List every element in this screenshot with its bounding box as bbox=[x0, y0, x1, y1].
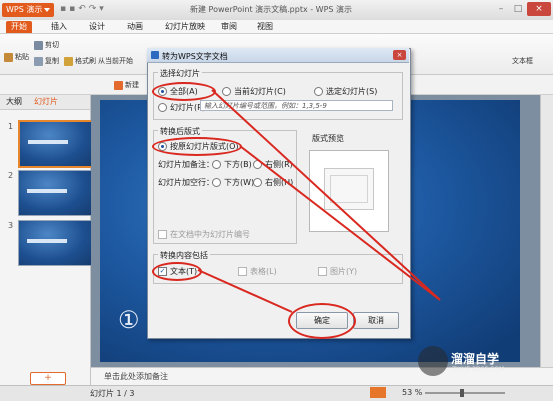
watermark-url: ZIXUE.3D66.COM bbox=[452, 366, 505, 373]
annotation-line bbox=[197, 269, 293, 313]
annotation-line bbox=[211, 89, 441, 301]
watermark-name: 溜溜自学 bbox=[451, 352, 500, 366]
annotation-line bbox=[239, 145, 441, 301]
watermark-logo bbox=[418, 346, 448, 376]
annotation-arrows bbox=[197, 89, 441, 313]
